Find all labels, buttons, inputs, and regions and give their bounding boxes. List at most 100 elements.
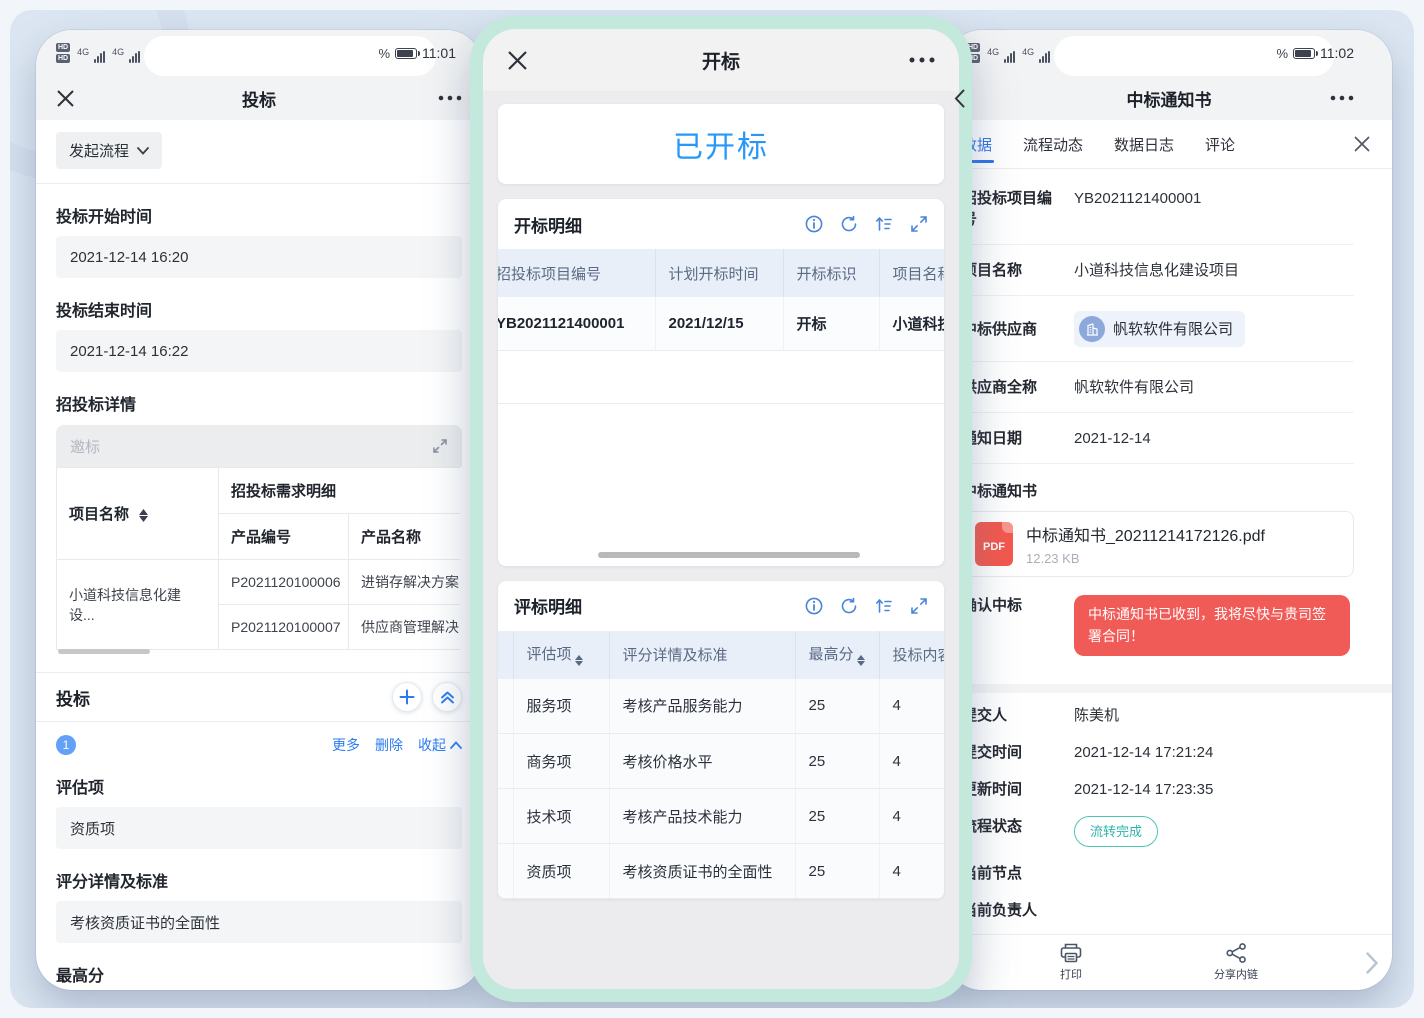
- status-left-icons: HD HD 4G 4G: [56, 43, 140, 63]
- grid-table-viewport[interactable]: 项目名称 招投标需求明细 产品编号 产品名称 小道科技信息化建: [56, 467, 460, 650]
- field-value: 2021-12-14: [1074, 428, 1151, 449]
- section-divider: [946, 684, 1392, 693]
- collapse-link[interactable]: 收起: [418, 735, 462, 755]
- table-row[interactable]: 资质项 考核资质证书的全面性 25 4: [498, 844, 944, 899]
- col-header-summary: 投标内容概述: [879, 631, 944, 679]
- field-label: 提交时间: [962, 742, 1054, 763]
- print-button[interactable]: 打印: [1006, 943, 1136, 982]
- sort-icon[interactable]: [139, 509, 148, 522]
- evaluation-detail-card: 评标明细 评估项 评分详情及标准: [498, 581, 944, 900]
- supplier-chip[interactable]: 帆软软件有限公司: [1074, 311, 1245, 347]
- card-title: 评标明细: [514, 593, 582, 618]
- cell-criteria: 考核产品技术能力: [609, 789, 795, 844]
- meta-row: 流程状态 流转完成: [962, 808, 1354, 855]
- table-row[interactable]: 技术项 考核产品技术能力 25 4: [498, 789, 944, 844]
- cell-summary: 4: [879, 789, 944, 844]
- col-group-header: 招投标需求明细: [219, 468, 461, 514]
- sort-order-icon[interactable]: [875, 216, 893, 232]
- submitter-link[interactable]: 陈美机: [1074, 705, 1119, 726]
- signal-bars-icon: [1004, 51, 1015, 63]
- close-icon[interactable]: [56, 89, 75, 108]
- network-type-label: 4G: [112, 47, 124, 57]
- battery-percent-sign: %: [1276, 46, 1288, 61]
- info-icon[interactable]: [805, 215, 823, 233]
- field-label: 供应商全称: [962, 377, 1054, 398]
- sort-order-icon[interactable]: [875, 598, 893, 614]
- tab-data-log[interactable]: 数据日志: [1114, 120, 1174, 168]
- horizontal-scrollbar[interactable]: [598, 552, 860, 558]
- field-label: 评分详情及标准: [56, 868, 462, 892]
- back-icon[interactable]: [954, 89, 965, 108]
- meta-row: 提交人 陈美机: [962, 697, 1354, 734]
- cell-criteria: 考核资质证书的全面性: [609, 844, 795, 899]
- table-row[interactable]: 小道科技信息化建设... P2021120100006 进销存解决方案: [57, 560, 461, 605]
- add-item-button[interactable]: [392, 682, 422, 712]
- evaluation-table-viewport[interactable]: 评估项 评分详情及标准 最高分 投标内容概述 服务项 考核产品服务能力 25: [498, 631, 944, 900]
- criteria-input[interactable]: 考核资质证书的全面性: [56, 901, 462, 943]
- col-header-product-name: 产品名称: [349, 514, 461, 560]
- file-name: 中标通知书_20211214172126.pdf: [1026, 522, 1265, 546]
- expand-icon[interactable]: [432, 438, 448, 454]
- col-header-eval-item[interactable]: 评估项: [513, 631, 609, 679]
- cell-max-score: 25: [795, 734, 879, 789]
- status-right-icons: % 11:02: [1276, 45, 1354, 61]
- more-icon[interactable]: [1330, 95, 1354, 101]
- bid-status-text: 已开标: [673, 122, 769, 166]
- more-icon[interactable]: [909, 57, 935, 63]
- confirm-message-badge: 中标通知书已收到，我将尽快与贵司签署合同！: [1074, 595, 1350, 656]
- horizontal-scrollbar[interactable]: [58, 649, 150, 654]
- pdf-attachment-card[interactable]: PDF 中标通知书_20211214172126.pdf 12.23 KB: [962, 511, 1354, 577]
- meta-row: 当前负责人: [962, 892, 1354, 929]
- col-header-max-score[interactable]: 最高分: [795, 631, 879, 679]
- cell-eval-item: 技术项: [513, 789, 609, 844]
- left-phone-top: HD HD 4G 4G % 11:01 投标: [36, 30, 482, 120]
- refresh-icon[interactable]: [840, 597, 858, 615]
- printer-icon: [1060, 943, 1082, 963]
- more-icon[interactable]: [438, 95, 462, 101]
- share-icon: [1226, 943, 1247, 963]
- right-status-bar: HD HD 4G 4G % 11:02: [946, 30, 1392, 76]
- bid-start-time-input[interactable]: 2021-12-14 16:20: [56, 236, 462, 278]
- delete-link[interactable]: 删除: [375, 735, 403, 755]
- table-row[interactable]: 服务项 考核产品服务能力 25 4: [498, 679, 944, 734]
- cell-max-score: 25: [795, 789, 879, 844]
- cell-product-name: 供应商管理解决: [349, 605, 461, 650]
- cell-summary: 4: [879, 844, 944, 899]
- cell-max-score: 25: [795, 844, 879, 899]
- table-row[interactable]: YB2021121400001 2021/12/15 开标 小道科技信息化: [498, 297, 944, 350]
- eval-item-input[interactable]: 资质项: [56, 807, 462, 849]
- start-flow-button[interactable]: 发起流程: [56, 132, 162, 169]
- cell-summary: 4: [879, 734, 944, 789]
- open-bid-table-viewport[interactable]: 招投标项目编号 计划开标时间 开标标识 项目名称 YB2021121400001…: [498, 249, 944, 404]
- close-icon[interactable]: [1354, 136, 1370, 152]
- tab-comments[interactable]: 评论: [1205, 120, 1235, 168]
- cell-criteria: 考核价格水平: [609, 734, 795, 789]
- share-internal-link-button[interactable]: 分享内链: [1171, 943, 1301, 982]
- field-label: 提交人: [962, 705, 1054, 726]
- right-app-header: 中标通知书: [946, 76, 1392, 120]
- close-icon[interactable]: [507, 50, 528, 71]
- cell-product-code: P2021120100007: [219, 605, 349, 650]
- chevron-right-icon[interactable]: [1366, 952, 1378, 974]
- bid-end-time-input[interactable]: 2021-12-14 16:22: [56, 330, 462, 372]
- info-icon[interactable]: [805, 597, 823, 615]
- cell-eval-item: 服务项: [513, 679, 609, 734]
- page-title: 中标通知书: [946, 86, 1392, 111]
- col-header-project-name[interactable]: 项目名称: [57, 468, 219, 560]
- signal-bars-icon: [129, 51, 140, 63]
- refresh-icon[interactable]: [840, 215, 858, 233]
- bottom-action-bar: 打印 分享内链: [946, 934, 1392, 990]
- award-notice-fields: 招投标项目编号 YB2021121400001 项目名称 小道科技信息化建设项目…: [946, 169, 1392, 940]
- chevron-down-icon: [137, 147, 149, 155]
- more-link[interactable]: 更多: [332, 735, 360, 755]
- fullscreen-icon[interactable]: [910, 215, 928, 233]
- tab-process-dynamics[interactable]: 流程动态: [1023, 120, 1083, 168]
- field-value: 2021-12-14 17:21:24: [1074, 742, 1213, 763]
- open-bid-detail-card: 开标明细 招投标项目编号 计划开标时间 开标标识: [498, 199, 944, 566]
- status-time: 11:02: [1320, 45, 1354, 61]
- bid-detail-grid: 邀标 项目名称 招投: [56, 425, 462, 658]
- table-row[interactable]: 商务项 考核价格水平 25 4: [498, 734, 944, 789]
- collapse-all-button[interactable]: [432, 682, 462, 712]
- fullscreen-icon[interactable]: [910, 597, 928, 615]
- meta-row: 更新时间 2021-12-14 17:23:35: [962, 771, 1354, 808]
